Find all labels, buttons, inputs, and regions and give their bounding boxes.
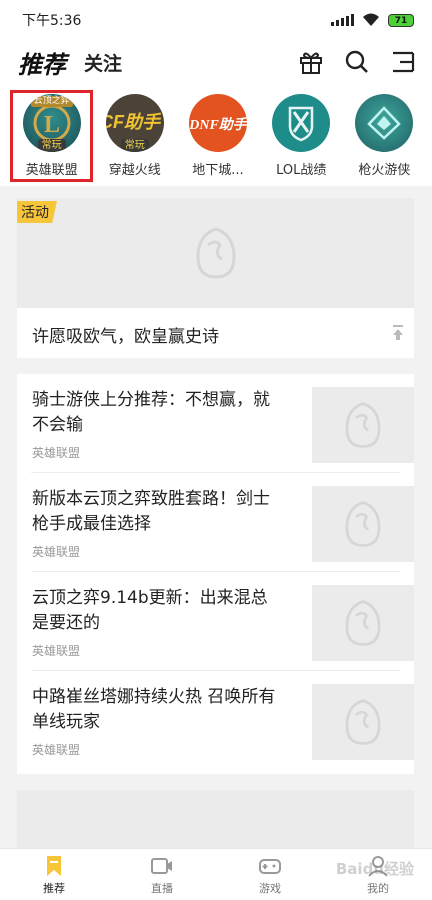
pin-top-icon <box>393 325 403 340</box>
game-badge: 常玩 <box>37 139 66 152</box>
news-source: 英雄联盟 <box>32 644 81 658</box>
status-icons: 71 <box>331 13 414 27</box>
tab-recommend[interactable]: 推荐 <box>18 45 66 80</box>
news-thumbnail <box>312 585 414 661</box>
lol-icon: L 云顶之弈 常玩 <box>22 94 81 152</box>
game-label: 枪火游侠 <box>358 163 411 178</box>
nav-label: 游戏 <box>259 881 281 895</box>
nav-label: 直播 <box>151 881 173 895</box>
game-badge: 常玩 <box>120 139 149 152</box>
next-card-placeholder[interactable] <box>17 790 414 850</box>
game-qhyx[interactable]: 枪火游侠 <box>343 84 426 186</box>
dnf-icon: DNF助手 <box>189 94 247 152</box>
cf-icon: CF助手 常玩 <box>105 94 164 152</box>
news-list: 骑士游侠上分推荐：不想赢，就不会输 英雄联盟 新版本云顶之弈致胜套路！剑士枪手成… <box>17 374 414 774</box>
news-title: 新版本云顶之弈致胜套路！剑士枪手成最佳选择 <box>32 489 270 534</box>
video-icon <box>151 857 172 874</box>
nav-games[interactable]: 游戏 <box>216 849 324 900</box>
game-top-badge: 云顶之弈 <box>30 96 73 107</box>
nav-label: 我的 <box>367 881 389 895</box>
news-item[interactable]: 云顶之弈9.14b更新：出来混总是要还的 英雄联盟 <box>31 572 414 671</box>
news-item[interactable]: 新版本云顶之弈致胜套路！剑士枪手成最佳选择 英雄联盟 <box>31 473 414 572</box>
signal-icon <box>331 14 354 26</box>
news-thumbnail <box>312 486 414 562</box>
search-icon[interactable] <box>344 49 370 75</box>
news-title: 云顶之弈9.14b更新：出来混总是要还的 <box>32 588 268 633</box>
game-label: 穿越火线 <box>108 163 161 178</box>
game-label: 英雄联盟 <box>25 163 78 178</box>
status-time: 下午5:36 <box>22 13 82 29</box>
activity-title: 许愿吸欧气，欧皇赢史诗 <box>32 327 219 347</box>
image-placeholder-icon <box>345 501 381 547</box>
bookmark-icon <box>47 855 61 876</box>
news-source: 英雄联盟 <box>32 743 81 757</box>
header-actions <box>298 49 416 75</box>
gift-icon[interactable] <box>298 49 324 75</box>
nav-label: 推荐 <box>43 881 65 895</box>
gamepad-icon <box>259 858 281 874</box>
news-item[interactable]: 骑士游侠上分推荐：不想赢，就不会输 英雄联盟 <box>31 374 414 473</box>
game-dnf[interactable]: DNF助手 地下城... <box>176 84 259 186</box>
lol-stats-icon <box>272 94 331 152</box>
wifi-icon <box>363 13 379 26</box>
activity-image-placeholder: 活动 <box>17 198 414 308</box>
game-shortcuts: L 云顶之弈 常玩 英雄联盟 CF助手 常玩 穿越火线 DNF助手 地下城... <box>0 84 432 186</box>
nav-live[interactable]: 直播 <box>108 849 216 900</box>
tab-follow[interactable]: 关注 <box>84 49 122 76</box>
news-thumbnail <box>312 387 414 463</box>
news-source: 英雄联盟 <box>32 545 81 559</box>
cf-mark: CF助手 <box>106 112 162 132</box>
image-placeholder-icon <box>345 699 381 745</box>
image-placeholder-icon <box>195 227 236 279</box>
game-lol-stats[interactable]: LOL战绩 <box>260 84 343 186</box>
top-header: 推荐 关注 <box>0 40 432 84</box>
activity-card[interactable]: 活动 许愿吸欧气，欧皇赢史诗 <box>17 198 414 358</box>
game-label: 地下城... <box>192 163 244 178</box>
watermark: Baidu经验 <box>335 860 414 878</box>
news-title: 中路崔丝塔娜持续火热 召唤所有单线玩家 <box>32 687 276 732</box>
game-label: LOL战绩 <box>276 163 327 178</box>
news-source: 英雄联盟 <box>32 446 81 460</box>
status-bar: 下午5:36 71 <box>0 0 432 40</box>
game-lol[interactable]: L 云顶之弈 常玩 英雄联盟 <box>10 90 94 182</box>
news-item[interactable]: 中路崔丝塔娜持续火热 召唤所有单线玩家 英雄联盟 <box>31 671 414 770</box>
activity-tag: 活动 <box>17 201 57 223</box>
lol-mark: L <box>44 112 60 138</box>
dnf-mark: DNF助手 <box>189 116 247 133</box>
nav-recommend[interactable]: 推荐 <box>0 849 108 900</box>
news-title: 骑士游侠上分推荐：不想赢，就不会输 <box>32 390 270 435</box>
news-thumbnail <box>312 684 414 760</box>
image-placeholder-icon <box>345 600 381 646</box>
battery-icon: 71 <box>388 13 414 27</box>
game-cf[interactable]: CF助手 常玩 穿越火线 <box>93 84 176 186</box>
image-placeholder-icon <box>345 402 381 448</box>
qhyx-icon <box>355 94 414 152</box>
menu-icon[interactable] <box>390 49 416 75</box>
